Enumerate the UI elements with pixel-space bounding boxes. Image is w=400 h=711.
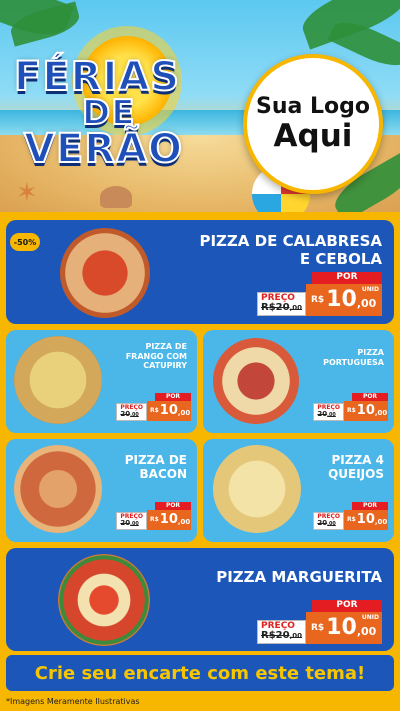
pizza-calabresa-image	[60, 228, 150, 318]
product-card-4-queijos[interactable]: PIZZA 4 QUEIJOS PREÇO 20,00 POR R$ 10,00	[203, 439, 394, 542]
product-name: PIZZA MARGUERITA	[216, 568, 382, 586]
product-name: PIZZA PORTUGUESA	[323, 348, 384, 367]
pizza-bacon-image	[14, 445, 102, 533]
pizza-frango-image	[14, 336, 102, 424]
currency: R$	[311, 294, 325, 305]
old-price: PREÇO R$20,00	[257, 619, 306, 644]
price-block: PREÇO R$20,00 POR R$ 10 ,00 UNID	[257, 600, 382, 644]
pizza-4-queijos-image	[213, 445, 301, 533]
price-block: PREÇO 20,00 POR R$ 10,00	[313, 502, 388, 530]
product-card-frango[interactable]: PIZZA DE FRANGO COM CATUPIRY PREÇO 20,00 …	[6, 330, 197, 433]
product-name: PIZZA DE FRANGO COM CATUPIRY	[125, 342, 187, 371]
new-price-int: 10	[326, 286, 357, 312]
logo-text-line1: Sua Logo	[255, 93, 370, 119]
cta-banner[interactable]: Crie seu encarte com este tema!	[6, 655, 394, 691]
product-card-marguerita[interactable]: PIZZA MARGUERITA PREÇO R$20,00 POR R$ 10…	[6, 548, 394, 651]
logo-placeholder[interactable]: Sua Logo Aqui	[243, 54, 383, 194]
product-name: PIZZA DE BACON	[124, 453, 187, 482]
new-price: POR R$ 10 ,00 UNID	[306, 600, 382, 644]
new-price-label: POR	[312, 272, 382, 284]
title-verao: VERÃO	[23, 125, 184, 173]
price-block: PREÇO 20,00 POR R$ 10,00	[116, 502, 191, 530]
product-name: PIZZA DE CALABRESA E CEBOLA	[199, 232, 382, 268]
pizza-marguerita-image	[58, 554, 150, 646]
pizza-portuguesa-image	[213, 338, 299, 424]
hero-banner: FÉRIAS DE VERÃO ✶ Sua Logo Aqui	[0, 0, 400, 212]
product-card-portuguesa[interactable]: PIZZA PORTUGUESA PREÇO 20,00 POR R$ 10,00	[203, 330, 394, 433]
new-price-dec: ,00	[356, 297, 377, 311]
old-price-value: R$20,00	[261, 301, 302, 313]
price-block: PREÇO 20,00 POR R$ 10,00	[313, 393, 388, 421]
price-block: PREÇO R$20,00 POR R$ 10 ,00 UNID	[257, 272, 382, 316]
product-name-line2: E CEBOLA	[299, 250, 382, 268]
discount-badge: -50%	[10, 233, 40, 251]
price-block: PREÇO 20,00 POR R$ 10,00	[116, 393, 191, 421]
disclaimer-text: *Imagens Meramente Ilustrativas	[6, 697, 140, 706]
starfish-icon: ✶	[16, 178, 38, 208]
product-card-calabresa[interactable]: PIZZA DE CALABRESA E CEBOLA PREÇO R$20,0…	[6, 220, 394, 324]
unit-label: UNID	[361, 286, 379, 293]
product-name-line1: PIZZA DE CALABRESA	[199, 232, 382, 250]
old-price: PREÇO R$20,00	[257, 291, 306, 316]
new-price: POR R$ 10 ,00 UNID	[306, 272, 382, 316]
logo-text-line2: Aqui	[273, 118, 353, 155]
product-card-bacon[interactable]: PIZZA DE BACON PREÇO 20,00 POR R$ 10,00	[6, 439, 197, 542]
seashell-icon	[100, 186, 132, 208]
product-name: PIZZA 4 QUEIJOS	[328, 453, 384, 482]
